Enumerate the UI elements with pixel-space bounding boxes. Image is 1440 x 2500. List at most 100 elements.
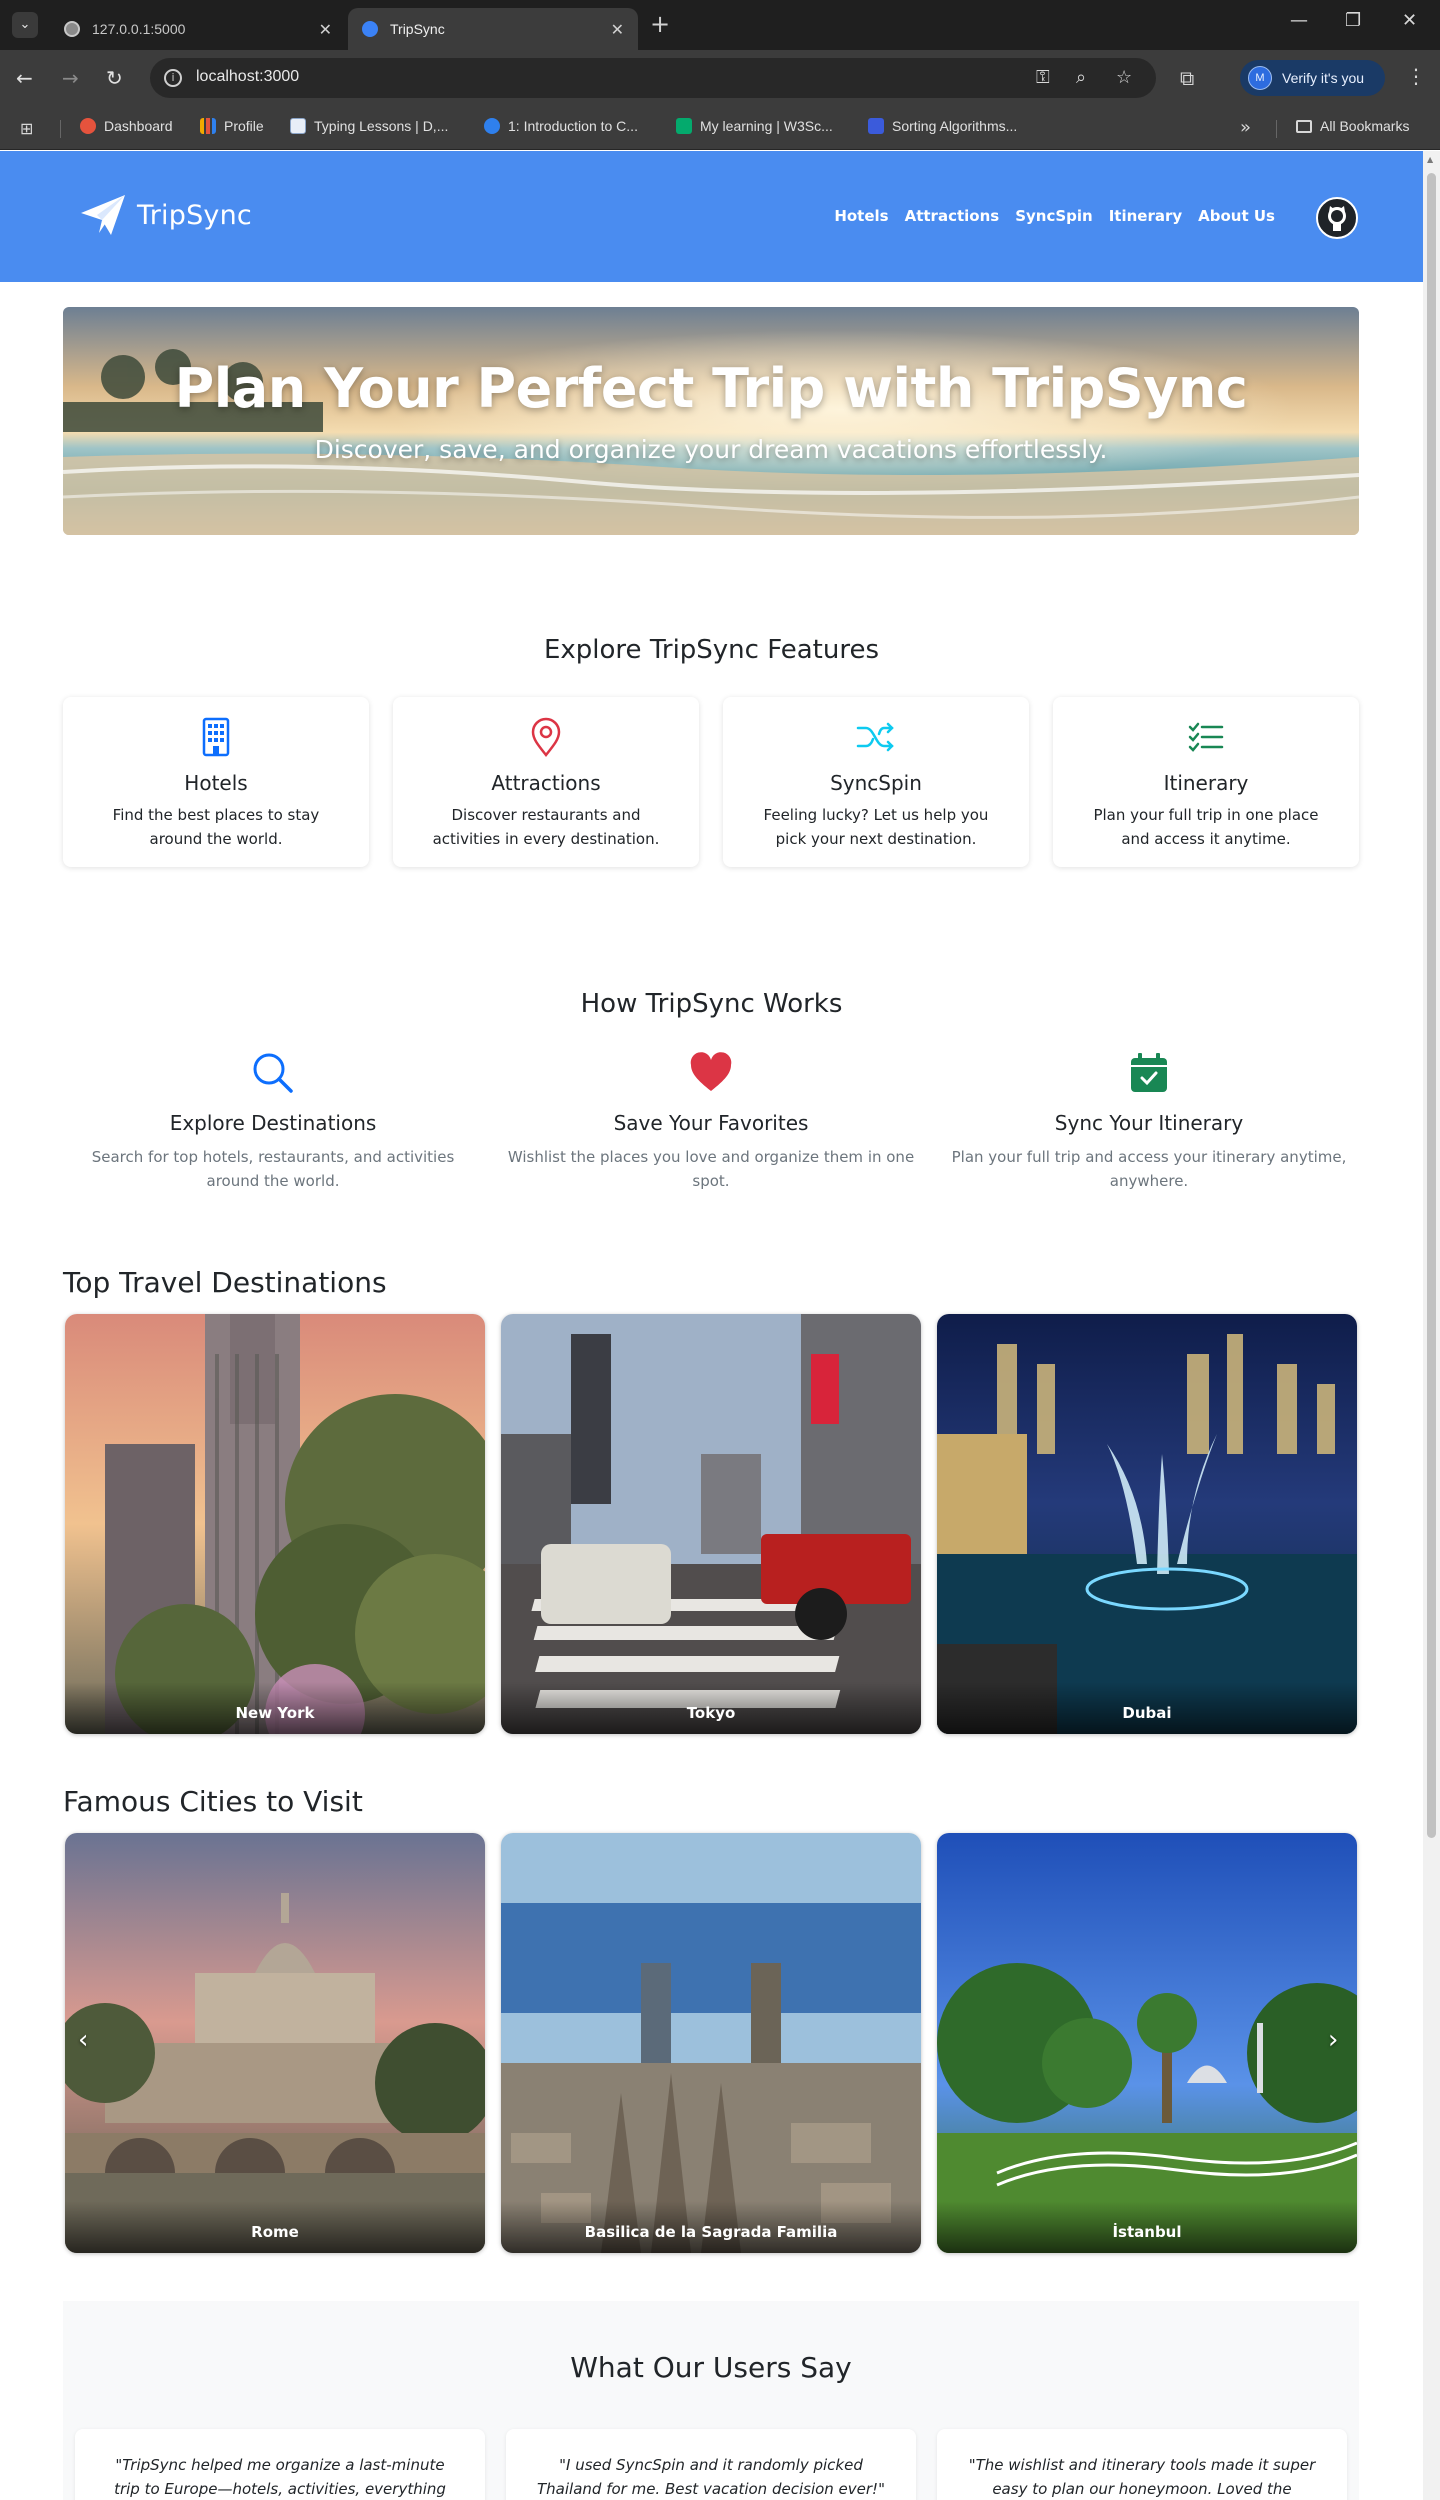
minimize-icon[interactable]: — <box>1290 10 1308 31</box>
password-key-icon[interactable]: ⚿ <box>1036 67 1050 88</box>
site-info-icon[interactable]: i <box>164 69 182 87</box>
city-card-istanbul[interactable]: İstanbul <box>937 1833 1357 2253</box>
feature-description: Discover restaurants and activities in e… <box>432 806 660 848</box>
top-destinations-heading: Top Travel Destinations <box>63 1266 387 1299</box>
search-icon <box>253 1053 293 1093</box>
profile-button[interactable]: M Verify it's you <box>1240 60 1385 96</box>
bookmark-item[interactable]: Sorting Algorithms... <box>868 118 1017 134</box>
bar-chart-favicon-icon <box>200 118 216 134</box>
nav-link-itinerary[interactable]: Itinerary <box>1109 207 1182 225</box>
divider <box>1276 120 1277 138</box>
address-bar[interactable]: i localhost:3000 ⚿ ⌕ ☆ <box>150 58 1156 98</box>
famous-cities-carousel: Rome Basilica de la Sagrada Familia İsta… <box>63 1833 1359 2253</box>
url-text[interactable]: localhost:3000 <box>196 68 299 86</box>
extensions-icon[interactable]: ⧉ <box>1180 66 1194 90</box>
close-tab-icon[interactable]: ✕ <box>611 20 624 39</box>
bookmark-item[interactable]: Typing Lessons | D,... <box>290 118 448 134</box>
browser-tabstrip: ⌄ 127.0.0.1:5000 ✕ TripSync ✕ + — ❐ ✕ <box>0 0 1440 50</box>
feature-card-itinerary[interactable]: Itinerary Plan your full trip in one pla… <box>1053 697 1359 867</box>
nav-link-syncspin[interactable]: SyncSpin <box>1015 207 1093 225</box>
browser-tab-1[interactable]: 127.0.0.1:5000 ✕ <box>50 8 346 50</box>
more-menu-icon[interactable]: ⋮ <box>1406 64 1426 88</box>
map-pin-icon <box>531 717 561 758</box>
city-name: Rome <box>65 2201 485 2253</box>
hero-banner: Plan Your Perfect Trip with TripSync Dis… <box>63 307 1359 535</box>
bookmark-label: Dashboard <box>104 118 173 134</box>
nav-link-hotels[interactable]: Hotels <box>834 207 888 225</box>
nav-link-attractions[interactable]: Attractions <box>905 207 1000 225</box>
bookmark-item[interactable]: My learning | W3Sc... <box>676 118 833 134</box>
feature-card-hotels[interactable]: Hotels Find the best places to stay arou… <box>63 697 369 867</box>
browser-tab-2[interactable]: TripSync ✕ <box>348 8 638 50</box>
zoom-icon[interactable]: ⌕ <box>1076 67 1086 88</box>
page-viewport: TripSync Hotels Attractions SyncSpin Iti… <box>0 151 1440 2500</box>
step-name: Explore Destinations <box>169 1111 377 1135</box>
page-scrollbar[interactable]: ▲ <box>1423 151 1440 2500</box>
bookmarks-overflow-icon[interactable]: » <box>1240 117 1251 138</box>
destination-card-dubai[interactable]: Dubai <box>937 1314 1357 1734</box>
features-grid: Hotels Find the best places to stay arou… <box>63 697 1359 867</box>
step-save: Save Your Favorites Wishlist the places … <box>501 1049 921 1193</box>
feature-card-syncspin[interactable]: SyncSpin Feeling lucky? Let us help you … <box>723 697 1029 867</box>
main-nav: Hotels Attractions SyncSpin Itinerary Ab… <box>834 207 1275 225</box>
github-button[interactable] <box>1316 197 1358 239</box>
tab-title: 127.0.0.1:5000 <box>92 21 186 37</box>
city-card-rome[interactable]: Rome <box>65 1833 485 2253</box>
bookmark-item[interactable]: Profile <box>200 118 264 134</box>
how-it-works-steps: Explore Destinations Search for top hote… <box>63 1049 1359 1193</box>
city-name: Basilica de la Sagrada Familia <box>501 2201 921 2253</box>
step-description: Plan your full trip and access your itin… <box>951 1148 1347 1190</box>
divider <box>60 120 61 138</box>
testimonials-heading: What Our Users Say <box>570 2351 852 2384</box>
bookmark-item[interactable]: Dashboard <box>80 118 173 134</box>
reload-icon[interactable]: ↻ <box>106 66 123 90</box>
back-icon[interactable]: ← <box>16 66 33 90</box>
new-tab-icon[interactable]: + <box>650 10 670 38</box>
apps-grid-icon[interactable]: ⊞ <box>20 119 33 138</box>
feature-name: SyncSpin <box>830 771 922 795</box>
destination-name: Dubai <box>937 1682 1357 1734</box>
carousel-next-icon[interactable]: › <box>1328 2025 1338 2055</box>
new-york-image <box>65 1314 485 1734</box>
barcelona-image <box>501 1833 921 2253</box>
step-name: Sync Your Itinerary <box>1054 1111 1244 1135</box>
scroll-up-icon[interactable]: ▲ <box>1427 155 1433 164</box>
nav-link-about-us[interactable]: About Us <box>1198 207 1275 225</box>
feature-description: Feeling lucky? Let us help you pick your… <box>763 806 989 848</box>
w3-favicon-icon <box>676 118 692 134</box>
bookmark-label: Profile <box>224 118 264 134</box>
features-heading: Explore TripSync Features <box>543 635 880 665</box>
all-bookmarks-label: All Bookmarks <box>1320 118 1410 134</box>
testimonials-section: What Our Users Say "TripSync helped me o… <box>63 2301 1359 2500</box>
browser-toolbar: ← → ↻ i localhost:3000 ⚿ ⌕ ☆ ⧉ M Verify … <box>0 50 1440 108</box>
brand-link[interactable]: TripSync <box>77 189 252 241</box>
tokyo-image <box>501 1314 921 1734</box>
forward-icon[interactable]: → <box>62 66 79 90</box>
step-description: Search for top hotels, restaurants, and … <box>91 1148 455 1190</box>
bookmark-label: My learning | W3Sc... <box>700 118 833 134</box>
destination-card-new-york[interactable]: New York <box>65 1314 485 1734</box>
all-bookmarks-button[interactable]: All Bookmarks <box>1296 118 1409 134</box>
bookmark-item[interactable]: 1: Introduction to C... <box>484 118 638 134</box>
carousel-prev-icon[interactable]: ‹ <box>78 2025 88 2055</box>
city-name: İstanbul <box>937 2201 1357 2253</box>
close-tab-icon[interactable]: ✕ <box>319 20 332 39</box>
feature-card-attractions[interactable]: Attractions Discover restaurants and act… <box>393 697 699 867</box>
restore-icon[interactable]: ❐ <box>1345 10 1361 31</box>
city-card-sagrada-familia[interactable]: Basilica de la Sagrada Familia <box>501 1833 921 2253</box>
feature-description: Find the best places to stay around the … <box>112 806 320 848</box>
scrollbar-thumb[interactable] <box>1427 173 1436 1838</box>
destination-card-tokyo[interactable]: Tokyo <box>501 1314 921 1734</box>
hero-title: Plan Your Perfect Trip with TripSync <box>174 357 1248 420</box>
feature-name: Itinerary <box>1163 771 1249 795</box>
github-icon <box>1328 206 1346 231</box>
bookmark-label: 1: Introduction to C... <box>508 118 638 134</box>
calendar-check-icon <box>1131 1053 1167 1092</box>
globe-icon <box>64 21 80 37</box>
avatar: M <box>1248 66 1272 90</box>
paper-plane-logo-icon <box>81 195 125 235</box>
tab-search-button[interactable]: ⌄ <box>12 12 38 38</box>
close-window-icon[interactable]: ✕ <box>1402 10 1417 31</box>
tripsync-favicon <box>362 21 378 37</box>
bookmark-star-icon[interactable]: ☆ <box>1116 67 1132 88</box>
